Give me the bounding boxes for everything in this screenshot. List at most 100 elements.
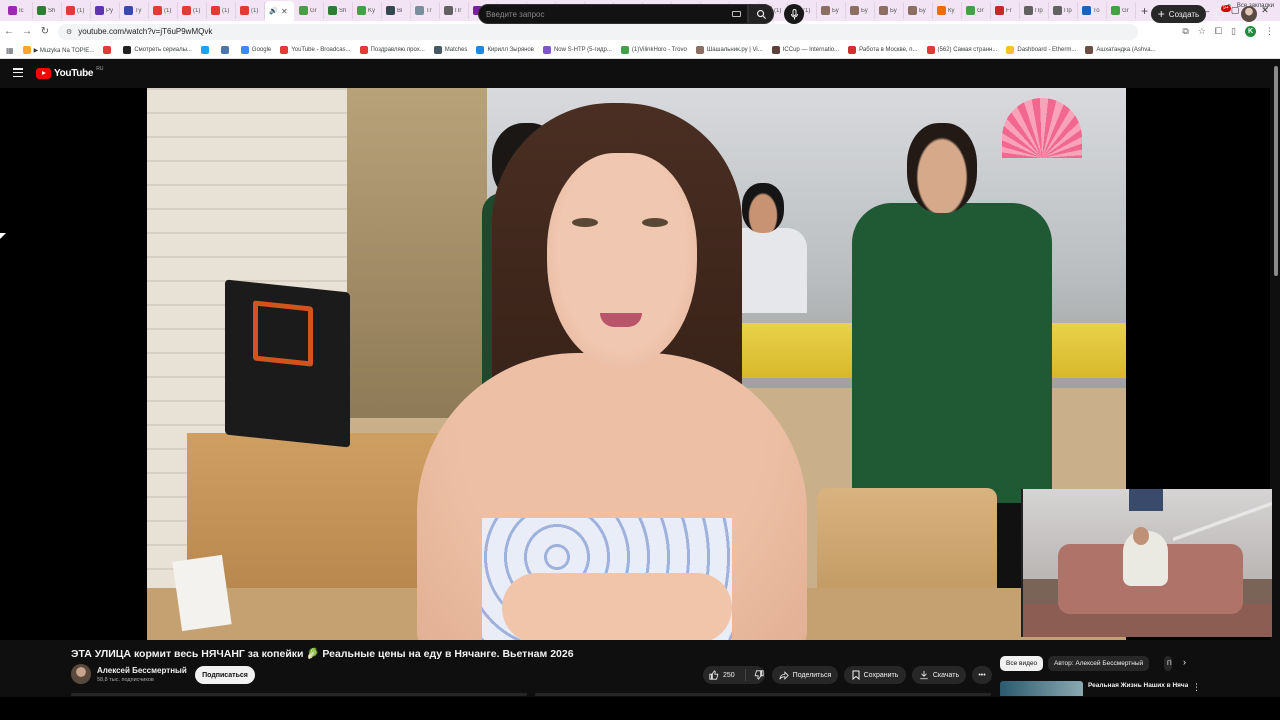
bookmark-item[interactable]: Кирилл Зырянов	[476, 46, 534, 54]
video-frame[interactable]	[147, 88, 1126, 640]
forward-icon[interactable]: →	[18, 26, 36, 37]
browser-tab[interactable]: Gr	[1107, 2, 1136, 19]
bookmark-item[interactable]: YouTube - Broadcas...	[280, 46, 351, 54]
browser-tab[interactable]: Py	[91, 2, 120, 19]
bookmark-label: Смотреть сериалы...	[134, 47, 192, 53]
scrollbar-thumb[interactable]	[1274, 66, 1278, 276]
browser-tab[interactable]: Бу	[846, 2, 875, 19]
bookmark-item[interactable]	[103, 46, 114, 54]
menu-hamburger-icon[interactable]	[13, 68, 23, 77]
create-button[interactable]: + Создать	[1151, 5, 1206, 23]
tab-favicon-icon	[299, 6, 308, 15]
browser-tab[interactable]: Ic	[4, 2, 33, 19]
browser-tab[interactable]: (1)	[236, 2, 265, 19]
extensions-icon[interactable]: ⧠	[1215, 26, 1222, 37]
reload-icon[interactable]: ↻	[36, 26, 54, 37]
bookmark-item[interactable]: ICCup — Internatio...	[771, 46, 839, 54]
bookmark-label: Now S-HTP (5-гидр...	[553, 47, 612, 53]
bookmark-item[interactable]: ▶ Muzyka Na TOP!E...	[22, 46, 94, 54]
browser-tab[interactable]: Fr	[991, 2, 1020, 19]
browser-tab[interactable]: (1)	[149, 2, 178, 19]
recommended-thumbnail[interactable]	[1000, 681, 1083, 696]
site-info-icon[interactable]: ⚙	[66, 28, 72, 36]
browser-tab[interactable]: Sh	[324, 2, 353, 19]
sidebar-icon[interactable]: ▯	[1231, 26, 1236, 37]
channel-name[interactable]: Алексей Бессмертный	[97, 666, 187, 675]
new-tab-icon[interactable]: +	[1141, 4, 1148, 18]
bookmark-item[interactable]: Поздравляю прох...	[359, 46, 425, 54]
tab-label: Fr	[1006, 7, 1012, 14]
scene-napkins	[172, 554, 232, 632]
browser-tab[interactable]: Tr	[411, 2, 440, 19]
bookmark-item[interactable]: Now S-HTP (5-гидр...	[542, 46, 612, 54]
bookmark-favicon-icon	[848, 46, 857, 54]
voice-search-button[interactable]	[784, 4, 804, 24]
install-app-icon[interactable]: ⧉	[1182, 26, 1188, 37]
thumbs-down-icon[interactable]	[754, 670, 764, 680]
browser-tab[interactable]: (1)	[62, 2, 91, 19]
bookmark-item[interactable]: (1)VilinkHoro - Trovo	[620, 46, 687, 54]
bookmark-star-icon[interactable]: ☆	[1198, 26, 1206, 37]
back-icon[interactable]: ←	[0, 26, 18, 37]
url-input[interactable]: ⚙ youtube.com/watch?v=jT6uP9wMQvk	[58, 23, 1138, 40]
bookmark-item[interactable]	[200, 46, 212, 54]
browser-tab[interactable]: Бу	[904, 2, 933, 19]
bookmarks-bar: ▦ ▶ Muzyka Na TOP!E... Смотреть сериалы..…	[0, 42, 1280, 59]
bookmark-item[interactable]: Работа в Москве, п...	[848, 46, 918, 54]
recommended-title[interactable]: Реальная Жизнь Наших в Нячанге | Как Раб…	[1088, 682, 1188, 690]
download-button[interactable]: Скачать	[912, 666, 966, 684]
browser-tab[interactable]: Bi	[382, 2, 411, 19]
save-button[interactable]: Сохранить	[844, 666, 906, 684]
bookmark-item[interactable]: Смотреть сериалы...	[123, 46, 192, 54]
browser-tab[interactable]: Gr	[962, 2, 991, 19]
bookmark-item[interactable]	[220, 46, 232, 54]
browser-tab[interactable]: Ку	[933, 2, 962, 19]
bookmark-item[interactable]: Шашальник.ру | Vi...	[695, 46, 763, 54]
browser-tab[interactable]: Бу	[875, 2, 904, 19]
chip-author[interactable]: Автор: Алексей Бессмертный	[1048, 656, 1150, 671]
channel-avatar[interactable]	[71, 664, 91, 684]
profile-avatar[interactable]: K	[1245, 26, 1256, 37]
browser-tab[interactable]: Бу	[817, 2, 846, 19]
browser-tab[interactable]: Ky	[353, 2, 382, 19]
browser-tab[interactable]: Ty	[120, 2, 149, 19]
browser-tab[interactable]: Gr	[295, 2, 324, 19]
like-count[interactable]: 250	[723, 672, 735, 679]
youtube-logo[interactable]: YouTube RU	[36, 66, 103, 79]
browser-tab-active[interactable]: 🔊 ✕	[265, 1, 295, 21]
search-input[interactable]: Введите запрос	[478, 4, 748, 24]
thumbs-up-icon[interactable]	[709, 670, 719, 680]
bookmark-favicon-icon	[103, 46, 112, 54]
download-icon	[920, 670, 928, 680]
browser-tab[interactable]: (1)	[178, 2, 207, 19]
more-actions-button[interactable]: •••	[972, 666, 992, 684]
bookmark-item[interactable]: Ашхатандка (Ashva...	[1085, 46, 1156, 54]
menu-kebab-icon[interactable]: ⋮	[1265, 26, 1274, 37]
chip-all-videos[interactable]: Все видео	[1000, 656, 1044, 671]
browser-tab[interactable]: Sh	[33, 2, 62, 19]
browser-tab[interactable]: То	[1078, 2, 1107, 19]
tab-close-icon[interactable]: ✕	[281, 7, 288, 16]
bookmark-label: Шашальник.ру | Vi...	[706, 47, 763, 53]
browser-tab[interactable]: Пр	[1020, 2, 1049, 19]
keyboard-icon[interactable]	[732, 11, 741, 17]
recommended-more-icon[interactable]: ⋮	[1192, 682, 1201, 693]
bookmark-item[interactable]: (562) Самая странн...	[926, 46, 997, 54]
browser-tab[interactable]: Пр	[1049, 2, 1078, 19]
subscribe-button[interactable]: Подписаться	[195, 666, 255, 684]
bookmark-item[interactable]: Google	[240, 46, 271, 54]
bookmark-item[interactable]: Dashboard - Etherm...	[1006, 46, 1076, 54]
account-avatar[interactable]	[1241, 6, 1257, 22]
bookmark-favicon-icon	[240, 46, 249, 54]
search-button[interactable]	[748, 4, 774, 24]
share-button[interactable]: Поделиться	[772, 666, 838, 684]
bookmark-item[interactable]: Matches	[433, 46, 467, 54]
chevron-right-icon[interactable]: ›	[1183, 657, 1186, 667]
share-label: Поделиться	[792, 671, 832, 679]
chip-more[interactable]: П	[1164, 656, 1172, 671]
tab-favicon-icon	[182, 6, 191, 15]
browser-tab[interactable]: Пr	[440, 2, 469, 19]
browser-tab[interactable]: (1)	[207, 2, 236, 19]
apps-grid-icon[interactable]: ▦	[6, 46, 14, 55]
bookmark-favicon-icon	[22, 46, 31, 54]
